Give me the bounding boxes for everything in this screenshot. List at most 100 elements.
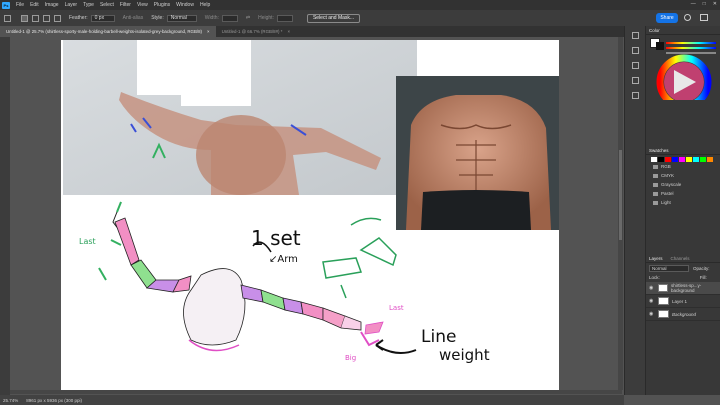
close-icon[interactable]: × [287, 29, 290, 34]
layer-row[interactable]: ◉ Layer 1 [646, 295, 720, 308]
color-panel-title[interactable]: Color [646, 26, 720, 35]
subtract-selection-icon[interactable] [43, 14, 50, 22]
lock-label: Lock: [649, 275, 660, 280]
menu-help[interactable]: Help [197, 2, 213, 8]
menu-layer[interactable]: Layer [62, 2, 81, 8]
width-label: Width: [204, 15, 219, 21]
select-and-mask-button[interactable]: Select and Mask... [306, 13, 361, 23]
layers-panel-header: Layers Channels [646, 254, 720, 263]
properties-icon[interactable] [631, 62, 639, 69]
swatch-folder-rgb[interactable]: RGB [646, 162, 720, 171]
horizontal-scrollbar[interactable] [10, 390, 622, 394]
swatch-folder-cmyk[interactable]: CMYK [646, 171, 720, 180]
history-icon[interactable] [631, 32, 639, 39]
document-canvas[interactable]: 1 set ↙Arm Line weight Last Last Big [61, 40, 559, 392]
text-last-2: Last [389, 304, 404, 312]
menu-edit[interactable]: Edit [27, 2, 42, 8]
tab-document-1[interactable]: Untitled-1 @ 25.7% (shirtless-sporty-mal… [0, 26, 216, 37]
share-button[interactable]: Share [656, 13, 678, 23]
folder-icon [653, 191, 658, 196]
eye-icon[interactable]: ◉ [649, 285, 655, 291]
swatch-folder-light[interactable]: Light [646, 198, 720, 207]
close-button[interactable]: ✕ [713, 1, 717, 7]
feather-input[interactable]: 0 px [90, 14, 115, 22]
new-selection-icon[interactable] [21, 14, 28, 22]
swatch[interactable] [672, 157, 678, 162]
folder-icon [653, 200, 658, 205]
layer-row[interactable]: ◉ shirtless-sp...y-background [646, 282, 720, 295]
swatches-panel-title[interactable]: Swatches [646, 146, 720, 155]
feather-label: Feather: [69, 15, 88, 21]
swatch[interactable] [658, 157, 664, 162]
text-one-set: 1 set [251, 226, 301, 250]
swatch[interactable] [686, 157, 692, 162]
color-wheel[interactable] [646, 40, 720, 100]
layer-thumbnail [658, 310, 669, 318]
height-label: Height: [258, 15, 274, 21]
adjustments-icon[interactable] [631, 77, 639, 84]
menu-select[interactable]: Select [97, 2, 117, 8]
brush-settings-icon[interactable] [631, 47, 639, 54]
maximize-button[interactable]: □ [703, 1, 706, 7]
opacity-label: Opacity: [693, 265, 710, 271]
menu-file[interactable]: File [13, 2, 27, 8]
eye-icon[interactable]: ◉ [649, 298, 655, 304]
menu-plugins[interactable]: Plugins [151, 2, 173, 8]
reference-photo-torso [396, 76, 559, 230]
marquee-tool-icon[interactable] [4, 14, 11, 22]
antialias-checkbox[interactable]: Anti-alias [123, 15, 144, 21]
minimize-button[interactable]: — [691, 1, 696, 7]
workspace-icon[interactable] [700, 14, 708, 21]
swatch[interactable] [693, 157, 699, 162]
swatch[interactable] [700, 157, 706, 162]
text-arm: ↙Arm [269, 254, 298, 265]
options-bar: Feather: 0 px Anti-alias Style: Normal W… [0, 10, 720, 27]
window-controls: — □ ✕ [691, 1, 717, 7]
swatch-folder-grayscale[interactable]: Grayscale [646, 180, 720, 189]
height-input[interactable] [276, 14, 293, 22]
search-icon[interactable] [684, 14, 691, 21]
fill-label: Fill: [699, 275, 707, 280]
green-doodles [322, 217, 397, 299]
eye-icon[interactable]: ◉ [649, 311, 655, 317]
menu-image[interactable]: Image [42, 2, 62, 8]
swatch-folder-pastel[interactable]: Pastel [646, 189, 720, 198]
layer-row[interactable]: ◉ Background [646, 308, 720, 321]
text-last-1: Last [79, 237, 96, 246]
menu-window[interactable]: Window [173, 2, 197, 8]
add-selection-icon[interactable] [32, 14, 39, 22]
zoom-level[interactable]: 25.74% [3, 398, 18, 403]
swap-icon[interactable]: ⇄ [246, 15, 250, 21]
folder-label: CMYK [661, 173, 675, 178]
vertical-scroll-thumb[interactable] [619, 150, 622, 240]
layer-thumbnail [657, 284, 668, 292]
tab-document-2[interactable]: Untitled-1 @ 66.7% (RGB/8#) * × [216, 26, 296, 37]
tab-channels[interactable]: Channels [671, 256, 690, 261]
width-input[interactable] [221, 14, 238, 22]
canvas-artwork: 1 set ↙Arm Line weight Last Last Big [63, 40, 559, 364]
style-select[interactable]: Normal [166, 14, 197, 22]
panel-icon-strip [624, 26, 645, 395]
swatch[interactable] [679, 157, 685, 162]
menu-view[interactable]: View [134, 2, 151, 8]
text-big: Big [345, 354, 356, 362]
swatch[interactable] [665, 157, 671, 162]
document-tabs: Untitled-1 @ 25.7% (shirtless-sporty-mal… [0, 26, 624, 37]
intersect-selection-icon[interactable] [54, 14, 61, 22]
swatch[interactable] [651, 157, 657, 162]
tab-layers[interactable]: Layers [649, 256, 663, 261]
libraries-icon[interactable] [631, 92, 639, 99]
photoshop-logo: Ps [2, 1, 10, 9]
blend-mode-select[interactable]: Normal [649, 264, 689, 272]
document-size: 8961 px x 5936 px (300 ppi) [26, 397, 83, 403]
swatch[interactable] [707, 157, 713, 162]
menu-filter[interactable]: Filter [117, 2, 134, 8]
menu-type[interactable]: Type [80, 2, 97, 8]
close-icon[interactable]: × [207, 29, 210, 34]
style-label: Style: [151, 15, 164, 21]
folder-icon [653, 182, 658, 187]
menu-bar: Ps File Edit Image Layer Type Select Fil… [0, 0, 720, 10]
text-line: Line [421, 327, 456, 347]
folder-icon [653, 164, 658, 169]
layer-name: shirtless-sp...y-background [670, 283, 702, 293]
